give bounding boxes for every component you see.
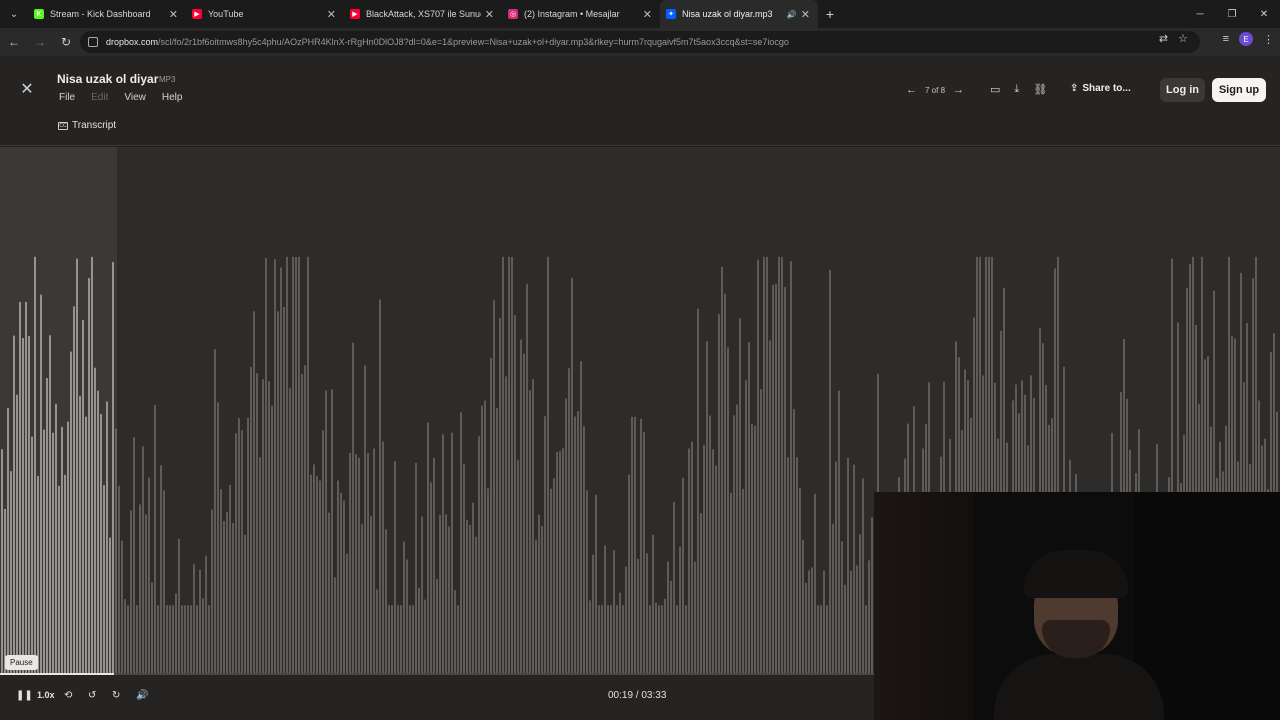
- streamer-beard: [1042, 620, 1110, 658]
- browser-tab[interactable]: ▶ BlackAttack, XS707 ile Sunucu ✕: [344, 0, 502, 28]
- loop-icon[interactable]: ⟲: [64, 690, 72, 701]
- instagram-icon: ◎: [508, 9, 518, 19]
- youtube-icon: ▶: [192, 9, 202, 19]
- close-window-icon[interactable]: ✕: [1248, 0, 1280, 28]
- close-tab-icon[interactable]: ✕: [801, 8, 810, 21]
- menu-bar: File Edit View Help: [59, 92, 182, 103]
- close-tab-icon[interactable]: ✕: [485, 8, 494, 21]
- share-label: Share to...: [1082, 83, 1131, 94]
- comment-icon[interactable]: ▭: [990, 83, 1000, 96]
- transcript-label: Transcript: [72, 120, 117, 131]
- window-controls: ─ ❐ ✕: [1184, 0, 1280, 28]
- tab-audio-icon[interactable]: 🔊: [787, 10, 797, 19]
- transcript-button[interactable]: CC Transcript: [58, 120, 116, 131]
- back-icon[interactable]: ←: [2, 30, 26, 54]
- tab-search-icon[interactable]: ⌄: [0, 0, 28, 28]
- speed-button[interactable]: 1.0x: [37, 690, 55, 700]
- browser-extras: ≡ E ⋮: [1223, 32, 1274, 46]
- address-actions: ⇄ ☆: [1159, 32, 1188, 45]
- menu-edit: Edit: [91, 92, 109, 103]
- menu-help[interactable]: Help: [162, 92, 183, 103]
- file-pager: ← 7 of 8 →: [906, 84, 964, 96]
- tab-title: (2) Instagram • Mesajlar: [524, 9, 620, 19]
- tab-strip: K Stream - Kick Dashboard ✕ ▶ YouTube ✕ ▶ Black…: [28, 0, 818, 28]
- share-button[interactable]: ⇪ Share to...: [1070, 83, 1131, 94]
- close-tab-icon[interactable]: ✕: [643, 8, 652, 21]
- browser-tab[interactable]: ✦ Nisa uzak ol diyar.mp3 🔊 ✕: [660, 0, 818, 28]
- pause-tooltip: Pause: [5, 655, 38, 670]
- tab-title: YouTube: [208, 9, 244, 19]
- site-info-icon[interactable]: [88, 37, 98, 47]
- address-bar[interactable]: dropbox.com /scl/fo/2r1bf6oitmws8hy5c4ph…: [80, 31, 1200, 53]
- playback-time: 00:19 / 03:33: [608, 690, 667, 701]
- previous-file-icon[interactable]: ←: [906, 84, 917, 96]
- webcam-background: [874, 492, 974, 720]
- profile-avatar[interactable]: E: [1239, 32, 1253, 46]
- download-icon[interactable]: ⤓: [1014, 83, 1019, 96]
- pause-icon[interactable]: ❚❚: [16, 690, 33, 701]
- youtube-icon: ▶: [350, 9, 360, 19]
- webcam-overlay: [874, 492, 1280, 720]
- share-icon: ⇪: [1070, 83, 1079, 94]
- url-host: dropbox.com: [106, 37, 159, 47]
- restore-icon[interactable]: ❐: [1216, 0, 1248, 28]
- browser-tab[interactable]: ◎ (2) Instagram • Mesajlar ✕: [502, 0, 660, 28]
- minimize-icon[interactable]: ─: [1184, 0, 1216, 28]
- forward-10-icon[interactable]: ↻: [112, 690, 120, 701]
- kick-icon: K: [34, 9, 44, 19]
- signup-button[interactable]: Sign up: [1212, 78, 1266, 102]
- close-tab-icon[interactable]: ✕: [327, 8, 336, 21]
- browser-menu-icon[interactable]: ⋮: [1263, 33, 1274, 46]
- volume-icon[interactable]: 🔊: [136, 690, 148, 701]
- media-controls-icon[interactable]: ≡: [1223, 33, 1229, 45]
- tab-title: BlackAttack, XS707 ile Sunucu: [366, 9, 481, 19]
- forward-icon[interactable]: →: [28, 30, 52, 54]
- browser-tab[interactable]: ▶ YouTube ✕: [186, 0, 344, 28]
- translate-icon[interactable]: ⇄: [1159, 32, 1168, 45]
- browser-toolbar: ← → ↻ dropbox.com /scl/fo/2r1bf6oitmws8h…: [0, 28, 1280, 56]
- dropbox-icon: ✦: [666, 9, 676, 19]
- captions-icon: CC: [58, 121, 68, 130]
- bookmark-star-icon[interactable]: ☆: [1178, 32, 1188, 45]
- pager-text: 7 of 8: [925, 85, 946, 95]
- file-extension: MP3: [159, 75, 176, 84]
- reload-icon[interactable]: ↻: [54, 30, 78, 54]
- browser-tab[interactable]: K Stream - Kick Dashboard ✕: [28, 0, 186, 28]
- streamer-cap: [1024, 550, 1128, 598]
- new-tab-button[interactable]: +: [818, 0, 842, 28]
- browser-tab-bar: ⌄ K Stream - Kick Dashboard ✕ ▶ YouTube ✕ ▶ Bla…: [0, 0, 1280, 28]
- link-icon[interactable]: ⛓: [1033, 83, 1047, 96]
- preview-header: ✕ Nisa uzak ol diyar MP3 File Edit View …: [0, 56, 1280, 146]
- file-name: Nisa uzak ol diyar: [57, 72, 159, 86]
- next-file-icon[interactable]: →: [953, 84, 964, 96]
- rewind-10-icon[interactable]: ↺: [88, 690, 96, 701]
- close-preview-icon[interactable]: ✕: [18, 80, 36, 98]
- tab-title: Stream - Kick Dashboard: [50, 9, 151, 19]
- menu-view[interactable]: View: [124, 92, 146, 103]
- screen: ⌄ K Stream - Kick Dashboard ✕ ▶ YouTube ✕ ▶ Bla…: [0, 0, 1280, 720]
- url-path: /scl/fo/2r1bf6oitmws8hy5c4phu/AOzPHR4Kln…: [158, 37, 789, 47]
- tab-title: Nisa uzak ol diyar.mp3: [682, 9, 773, 19]
- header-actions: ▭ ⤓ ⛓: [990, 83, 1047, 96]
- close-tab-icon[interactable]: ✕: [169, 8, 178, 21]
- login-button[interactable]: Log in: [1160, 78, 1205, 102]
- menu-file[interactable]: File: [59, 92, 75, 103]
